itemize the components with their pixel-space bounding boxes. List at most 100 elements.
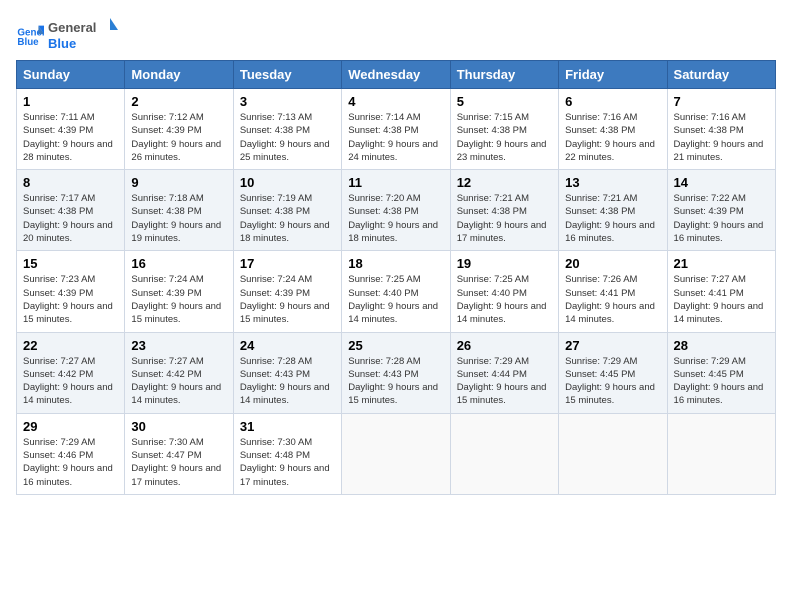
day-cell: 30 Sunrise: 7:30 AMSunset: 4:47 PMDaylig… — [125, 413, 233, 494]
day-number: 7 — [674, 94, 769, 109]
day-info: Sunrise: 7:30 AMSunset: 4:47 PMDaylight:… — [131, 437, 221, 488]
day-cell: 21 Sunrise: 7:27 AMSunset: 4:41 PMDaylig… — [667, 251, 775, 332]
day-number: 28 — [674, 338, 769, 353]
day-info: Sunrise: 7:25 AMSunset: 4:40 PMDaylight:… — [348, 274, 438, 325]
week-row-4: 22 Sunrise: 7:27 AMSunset: 4:42 PMDaylig… — [17, 332, 776, 413]
day-info: Sunrise: 7:12 AMSunset: 4:39 PMDaylight:… — [131, 112, 221, 163]
day-info: Sunrise: 7:28 AMSunset: 4:43 PMDaylight:… — [240, 356, 330, 407]
column-header-monday: Monday — [125, 61, 233, 89]
page-header: General Blue General Blue — [16, 16, 776, 52]
day-info: Sunrise: 7:14 AMSunset: 4:38 PMDaylight:… — [348, 112, 438, 163]
day-info: Sunrise: 7:27 AMSunset: 4:41 PMDaylight:… — [674, 274, 764, 325]
day-number: 26 — [457, 338, 552, 353]
day-cell — [450, 413, 558, 494]
day-cell: 10 Sunrise: 7:19 AMSunset: 4:38 PMDaylig… — [233, 170, 341, 251]
day-number: 18 — [348, 256, 443, 271]
day-number: 8 — [23, 175, 118, 190]
day-cell: 28 Sunrise: 7:29 AMSunset: 4:45 PMDaylig… — [667, 332, 775, 413]
calendar-table: SundayMondayTuesdayWednesdayThursdayFrid… — [16, 60, 776, 495]
day-cell: 20 Sunrise: 7:26 AMSunset: 4:41 PMDaylig… — [559, 251, 667, 332]
day-info: Sunrise: 7:26 AMSunset: 4:41 PMDaylight:… — [565, 274, 655, 325]
day-number: 9 — [131, 175, 226, 190]
logo-svg: General Blue — [48, 16, 118, 52]
day-cell: 25 Sunrise: 7:28 AMSunset: 4:43 PMDaylig… — [342, 332, 450, 413]
svg-text:Blue: Blue — [17, 37, 39, 48]
day-info: Sunrise: 7:27 AMSunset: 4:42 PMDaylight:… — [23, 356, 113, 407]
day-cell: 17 Sunrise: 7:24 AMSunset: 4:39 PMDaylig… — [233, 251, 341, 332]
day-number: 14 — [674, 175, 769, 190]
column-header-tuesday: Tuesday — [233, 61, 341, 89]
day-number: 25 — [348, 338, 443, 353]
day-info: Sunrise: 7:20 AMSunset: 4:38 PMDaylight:… — [348, 193, 438, 244]
week-row-3: 15 Sunrise: 7:23 AMSunset: 4:39 PMDaylig… — [17, 251, 776, 332]
day-number: 15 — [23, 256, 118, 271]
day-info: Sunrise: 7:29 AMSunset: 4:44 PMDaylight:… — [457, 356, 547, 407]
day-cell: 3 Sunrise: 7:13 AMSunset: 4:38 PMDayligh… — [233, 89, 341, 170]
day-info: Sunrise: 7:29 AMSunset: 4:46 PMDaylight:… — [23, 437, 113, 488]
day-cell: 12 Sunrise: 7:21 AMSunset: 4:38 PMDaylig… — [450, 170, 558, 251]
day-cell: 9 Sunrise: 7:18 AMSunset: 4:38 PMDayligh… — [125, 170, 233, 251]
day-number: 16 — [131, 256, 226, 271]
column-header-friday: Friday — [559, 61, 667, 89]
day-info: Sunrise: 7:28 AMSunset: 4:43 PMDaylight:… — [348, 356, 438, 407]
week-row-1: 1 Sunrise: 7:11 AMSunset: 4:39 PMDayligh… — [17, 89, 776, 170]
day-info: Sunrise: 7:24 AMSunset: 4:39 PMDaylight:… — [131, 274, 221, 325]
day-number: 20 — [565, 256, 660, 271]
day-cell: 6 Sunrise: 7:16 AMSunset: 4:38 PMDayligh… — [559, 89, 667, 170]
day-info: Sunrise: 7:21 AMSunset: 4:38 PMDaylight:… — [565, 193, 655, 244]
logo-icon: General Blue — [16, 20, 44, 48]
day-number: 6 — [565, 94, 660, 109]
day-cell — [559, 413, 667, 494]
week-row-2: 8 Sunrise: 7:17 AMSunset: 4:38 PMDayligh… — [17, 170, 776, 251]
day-cell — [667, 413, 775, 494]
day-cell: 1 Sunrise: 7:11 AMSunset: 4:39 PMDayligh… — [17, 89, 125, 170]
day-cell: 31 Sunrise: 7:30 AMSunset: 4:48 PMDaylig… — [233, 413, 341, 494]
day-number: 22 — [23, 338, 118, 353]
day-cell: 8 Sunrise: 7:17 AMSunset: 4:38 PMDayligh… — [17, 170, 125, 251]
day-info: Sunrise: 7:17 AMSunset: 4:38 PMDaylight:… — [23, 193, 113, 244]
day-info: Sunrise: 7:18 AMSunset: 4:38 PMDaylight:… — [131, 193, 221, 244]
day-cell: 4 Sunrise: 7:14 AMSunset: 4:38 PMDayligh… — [342, 89, 450, 170]
day-info: Sunrise: 7:21 AMSunset: 4:38 PMDaylight:… — [457, 193, 547, 244]
day-number: 11 — [348, 175, 443, 190]
day-info: Sunrise: 7:23 AMSunset: 4:39 PMDaylight:… — [23, 274, 113, 325]
day-cell: 26 Sunrise: 7:29 AMSunset: 4:44 PMDaylig… — [450, 332, 558, 413]
day-number: 1 — [23, 94, 118, 109]
day-cell: 18 Sunrise: 7:25 AMSunset: 4:40 PMDaylig… — [342, 251, 450, 332]
day-number: 17 — [240, 256, 335, 271]
day-number: 24 — [240, 338, 335, 353]
day-info: Sunrise: 7:15 AMSunset: 4:38 PMDaylight:… — [457, 112, 547, 163]
day-number: 13 — [565, 175, 660, 190]
day-cell: 11 Sunrise: 7:20 AMSunset: 4:38 PMDaylig… — [342, 170, 450, 251]
day-number: 19 — [457, 256, 552, 271]
day-cell: 23 Sunrise: 7:27 AMSunset: 4:42 PMDaylig… — [125, 332, 233, 413]
day-info: Sunrise: 7:19 AMSunset: 4:38 PMDaylight:… — [240, 193, 330, 244]
day-cell: 2 Sunrise: 7:12 AMSunset: 4:39 PMDayligh… — [125, 89, 233, 170]
day-number: 21 — [674, 256, 769, 271]
column-header-saturday: Saturday — [667, 61, 775, 89]
day-cell — [342, 413, 450, 494]
svg-text:General: General — [48, 20, 96, 35]
day-info: Sunrise: 7:13 AMSunset: 4:38 PMDaylight:… — [240, 112, 330, 163]
day-cell: 24 Sunrise: 7:28 AMSunset: 4:43 PMDaylig… — [233, 332, 341, 413]
day-info: Sunrise: 7:16 AMSunset: 4:38 PMDaylight:… — [674, 112, 764, 163]
day-number: 4 — [348, 94, 443, 109]
column-header-thursday: Thursday — [450, 61, 558, 89]
day-cell: 22 Sunrise: 7:27 AMSunset: 4:42 PMDaylig… — [17, 332, 125, 413]
logo: General Blue General Blue — [16, 16, 118, 52]
week-row-5: 29 Sunrise: 7:29 AMSunset: 4:46 PMDaylig… — [17, 413, 776, 494]
header-row: SundayMondayTuesdayWednesdayThursdayFrid… — [17, 61, 776, 89]
day-info: Sunrise: 7:11 AMSunset: 4:39 PMDaylight:… — [23, 112, 113, 163]
day-info: Sunrise: 7:29 AMSunset: 4:45 PMDaylight:… — [565, 356, 655, 407]
day-cell: 14 Sunrise: 7:22 AMSunset: 4:39 PMDaylig… — [667, 170, 775, 251]
day-number: 10 — [240, 175, 335, 190]
column-header-wednesday: Wednesday — [342, 61, 450, 89]
day-cell: 15 Sunrise: 7:23 AMSunset: 4:39 PMDaylig… — [17, 251, 125, 332]
day-number: 23 — [131, 338, 226, 353]
svg-text:Blue: Blue — [48, 36, 76, 51]
day-cell: 16 Sunrise: 7:24 AMSunset: 4:39 PMDaylig… — [125, 251, 233, 332]
day-number: 31 — [240, 419, 335, 434]
day-cell: 5 Sunrise: 7:15 AMSunset: 4:38 PMDayligh… — [450, 89, 558, 170]
day-number: 5 — [457, 94, 552, 109]
day-info: Sunrise: 7:22 AMSunset: 4:39 PMDaylight:… — [674, 193, 764, 244]
